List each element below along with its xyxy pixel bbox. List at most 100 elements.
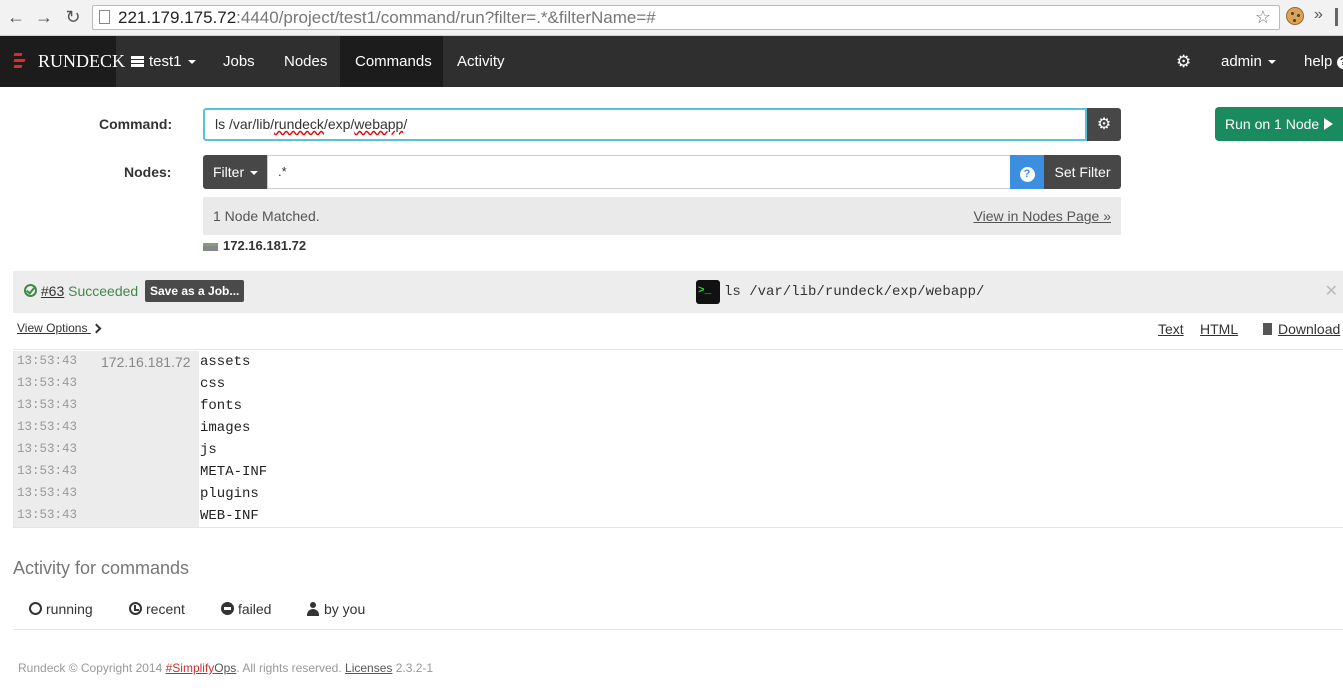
footer-copyright: Rundeck © Copyright 2014 [18, 661, 166, 675]
brand-logo[interactable]: RUNDECK [0, 36, 125, 87]
output-text: WEB-INF [200, 508, 259, 524]
divider [13, 629, 1343, 630]
nodes-matched-text: 1 Node Matched. [213, 208, 320, 224]
forward-icon[interactable]: → [33, 6, 55, 28]
url-host: 221.179.175.72 [118, 8, 237, 27]
footer: Rundeck © Copyright 2014 #SimplifyOps. A… [18, 661, 433, 675]
page-icon [99, 10, 110, 24]
run-button-label: Run on 1 Node [1225, 116, 1320, 132]
more-extensions-icon[interactable]: » [1314, 6, 1323, 24]
output-time: 13:53:43 [17, 508, 78, 522]
output-time: 13:53:43 [17, 442, 78, 456]
output-text: plugins [200, 486, 259, 502]
output-row: 13:53:43 WEB-INF [13, 505, 1343, 527]
filter-dropdown-button[interactable]: Filter [203, 155, 267, 189]
format-html-link[interactable]: HTML [1200, 321, 1238, 337]
run-button[interactable]: Run on 1 Node [1215, 107, 1343, 141]
filter-help-button[interactable]: ? [1010, 155, 1044, 189]
filter-button-label: Filter [213, 164, 245, 180]
nav-nodes[interactable]: Nodes [284, 36, 327, 87]
bookmark-star-icon[interactable]: ☆ [1255, 7, 1271, 28]
tab-label: recent [146, 601, 185, 617]
matched-node[interactable]: 172.16.181.72 [203, 238, 306, 253]
chevron-right-icon [91, 323, 102, 334]
tab-running[interactable]: running [29, 601, 93, 617]
help-menu[interactable]: help ? [1304, 36, 1343, 87]
cmd-part: / [403, 116, 408, 132]
output-text: images [200, 420, 251, 436]
download-link[interactable]: Download [1263, 321, 1340, 337]
tab-failed[interactable]: failed [221, 601, 271, 617]
user-name: admin [1221, 53, 1262, 70]
play-icon [1324, 118, 1334, 130]
output-time: 13:53:43 [17, 376, 78, 390]
output-row: 13:53:43 172.16.181.72 assets [13, 351, 1343, 373]
user-menu[interactable]: admin [1221, 36, 1276, 87]
command-options-gear-icon[interactable]: ⚙ [1087, 108, 1121, 141]
browser-toolbar: ← → ↻ 221.179.175.72:4440/project/test1/… [0, 0, 1343, 36]
output-text: fonts [200, 398, 243, 414]
execution-status: #63 Succeeded [24, 283, 138, 299]
output-text: assets [200, 354, 251, 370]
licenses-link[interactable]: Licenses [345, 661, 392, 675]
cmd-part-spell: rundeck [274, 116, 324, 132]
output-text: META-INF [200, 464, 268, 480]
output-text: js [200, 442, 217, 458]
tab-recent[interactable]: recent [129, 601, 185, 617]
terminal-icon: >_ [696, 280, 720, 304]
cmd-part: ls /var/lib/ [215, 116, 275, 132]
executed-command: ls /var/lib/rundeck/exp/webapp/ [724, 284, 985, 300]
nav-activity[interactable]: Activity [457, 36, 505, 87]
footer-rights: . All rights reserved. [236, 661, 346, 675]
output-node[interactable]: 172.16.181.72 [101, 354, 191, 370]
clock-icon [29, 602, 42, 615]
output-time: 13:53:43 [17, 464, 78, 478]
address-bar[interactable]: 221.179.175.72:4440/project/test1/comman… [92, 5, 1280, 30]
view-in-nodes-link[interactable]: View in Nodes Page » [974, 208, 1112, 224]
url-path: :4440/project/test1/command/run?filter=.… [236, 8, 656, 27]
tab-by-you[interactable]: by you [307, 601, 365, 617]
output-time: 13:53:43 [17, 486, 78, 500]
simplifyops-link[interactable]: #SimplifyOps [166, 661, 237, 675]
set-filter-button[interactable]: Set Filter [1044, 155, 1121, 189]
caret-down-icon [1267, 60, 1276, 65]
output-row: 13:53:43 js [13, 439, 1343, 461]
reload-icon[interactable]: ↻ [62, 6, 84, 28]
project-dropdown[interactable]: test1 [131, 36, 196, 87]
nav-commands[interactable]: Commands [340, 36, 443, 87]
command-input[interactable]: ls /var/lib/rundeck/exp/webapp/ [203, 108, 1087, 141]
output-gutter: 13:53:43 172.16.181.72 [13, 351, 199, 373]
output-row: 13:53:43 css [13, 373, 1343, 395]
output-row: 13:53:43 fonts [13, 395, 1343, 417]
output-row: 13:53:43 META-INF [13, 461, 1343, 483]
format-text-link[interactable]: Text [1158, 321, 1184, 337]
nav-jobs[interactable]: Jobs [223, 36, 255, 87]
node-hostname: 172.16.181.72 [223, 238, 307, 253]
save-as-job-button[interactable]: Save as a Job... [145, 280, 245, 302]
tab-label: running [46, 601, 93, 617]
output-time: 13:53:43 [17, 354, 78, 368]
top-navbar: RUNDECK test1 Jobs Nodes Commands Activi… [0, 36, 1343, 87]
output-text: css [200, 376, 226, 392]
output-gutter: 13:53:43 [13, 417, 199, 439]
cookie-extension-icon[interactable] [1286, 7, 1304, 25]
back-icon[interactable]: ← [5, 6, 27, 28]
server-icon [131, 56, 144, 67]
close-icon[interactable]: ✕ [1325, 281, 1338, 301]
rundeck-logo-icon [13, 53, 26, 68]
execution-id-link[interactable]: #63 [41, 283, 64, 299]
command-label: Command: [99, 116, 173, 132]
activity-title: Activity for commands [13, 558, 190, 578]
cmd-part: /exp/ [323, 116, 355, 132]
cmd-part-spell: webapp [354, 116, 404, 132]
caret-down-icon [187, 60, 196, 65]
settings-gear-icon[interactable]: ⚙ [1176, 36, 1191, 87]
browser-menu-icon[interactable] [1335, 8, 1339, 26]
output-gutter: 13:53:43 [13, 439, 199, 461]
node-filter-input[interactable]: .* [267, 155, 1011, 189]
output-options-bar: View Options Text HTML Download [13, 313, 1343, 350]
view-options-link[interactable]: View Options [17, 321, 102, 335]
output-time: 13:53:43 [17, 398, 78, 412]
execution-status-text: Succeeded [68, 283, 139, 299]
ops-word: Ops [214, 661, 237, 675]
